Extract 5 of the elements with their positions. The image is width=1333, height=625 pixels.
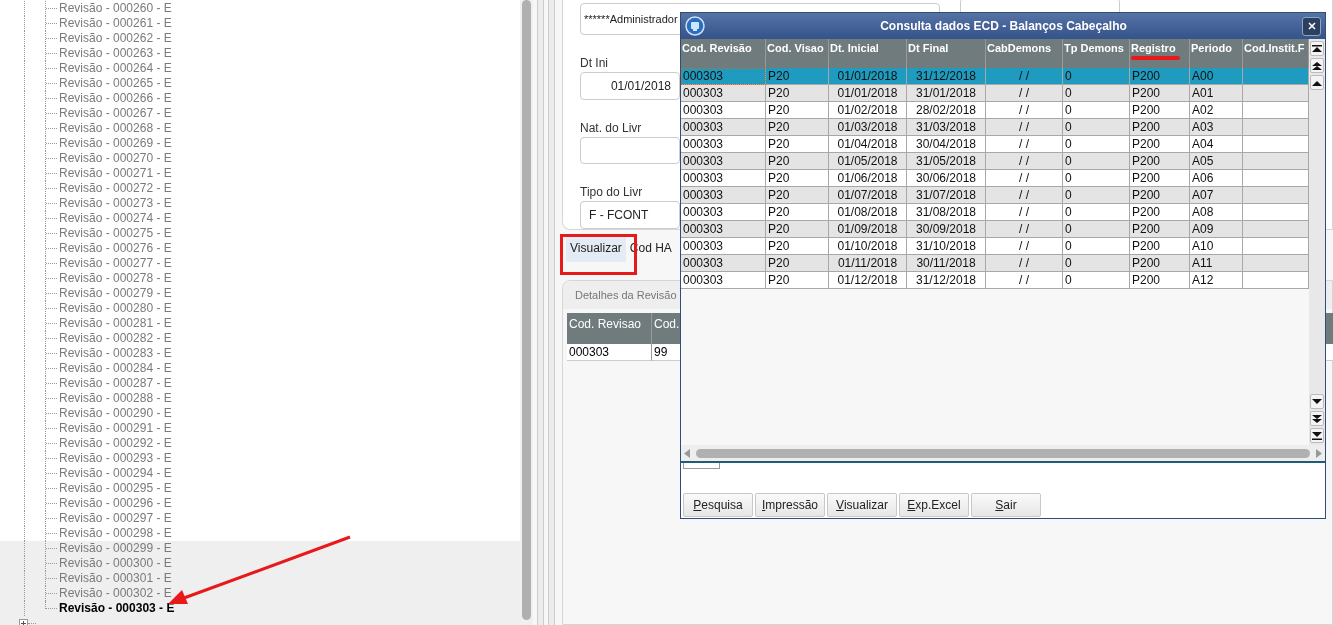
dialog-title: Consulta dados ECD - Balanços Cabeçalho bbox=[879, 19, 1128, 33]
table-cell: 000303 bbox=[567, 344, 652, 361]
field-label: Nat. do Livr bbox=[580, 120, 642, 135]
field-label: Dt Ini bbox=[580, 56, 608, 70]
field-label: Tipo do Livr bbox=[580, 185, 643, 200]
